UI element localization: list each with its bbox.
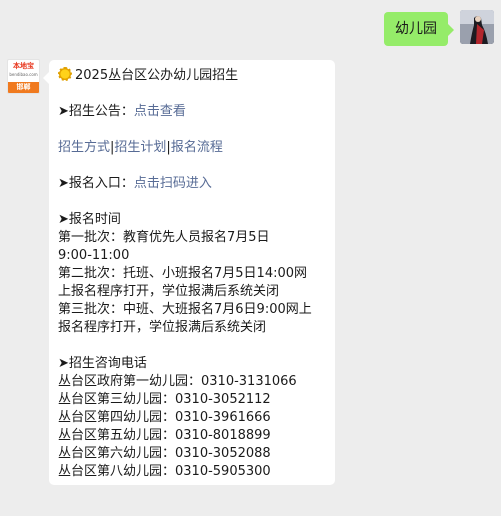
sender-city-label: 邯郸 xyxy=(8,82,39,93)
announcement-line: ➤招生公告：点击查看 xyxy=(58,103,335,121)
links-line: 招生方式|招生计划|报名流程 xyxy=(58,139,335,157)
time-line: 第三批次：中班、大班报名7月6日9:00网上 xyxy=(58,302,312,317)
phone-line: 丛台区第八幼儿园：0310-5905300 xyxy=(58,464,271,479)
outgoing-bubble[interactable]: 幼儿园 xyxy=(384,12,454,46)
phone-line: 丛台区第五幼儿园：0310-8018899 xyxy=(58,428,271,443)
phone-line: 丛台区第三幼儿园：0310-3052112 xyxy=(58,392,271,407)
incoming-bubble: 2025丛台区公办幼儿园招生 ➤招生公告：点击查看 招生方式|招生计划|报名流程… xyxy=(43,60,335,485)
phone-line: 丛台区第四幼儿园：0310-3961666 xyxy=(58,410,271,425)
announcement-link[interactable]: 点击查看 xyxy=(134,104,186,119)
sender-logo-text: 本地宝 xyxy=(13,62,34,70)
user-avatar-image xyxy=(460,10,494,44)
message-title-line: 2025丛台区公办幼儿园招生 xyxy=(58,67,335,85)
user-avatar[interactable] xyxy=(460,10,494,44)
entry-link[interactable]: 点击扫码进入 xyxy=(134,176,212,191)
time-line: 第二批次：托班、小班报名7月5日14:00网 xyxy=(58,266,308,281)
time-line: 上报名程序打开，学位报满后系统关闭 xyxy=(58,284,280,299)
plan-link[interactable]: 招生计划 xyxy=(114,140,166,155)
method-link[interactable]: 招生方式 xyxy=(58,140,110,155)
time-heading: ➤报名时间 xyxy=(58,212,121,227)
sender-avatar[interactable]: 本地宝 bendibao.com 邯郸 xyxy=(7,59,40,94)
outgoing-message: 幼儿园 xyxy=(384,10,494,46)
phone-line: 丛台区政府第一幼儿园：0310-3131066 xyxy=(58,374,297,389)
entry-prefix: ➤报名入口： xyxy=(58,176,134,191)
message-title: 2025丛台区公办幼儿园招生 xyxy=(75,68,239,83)
announcement-prefix: ➤招生公告： xyxy=(58,104,134,119)
time-line: 报名程序打开，学位报满后系统关闭 xyxy=(58,320,267,335)
process-link[interactable]: 报名流程 xyxy=(171,140,223,155)
sender-logo-subtext: bendibao.com xyxy=(9,72,38,77)
entry-line: ➤报名入口：点击扫码进入 xyxy=(58,175,335,193)
outgoing-text: 幼儿园 xyxy=(395,21,437,37)
time-line: 9:00-11:00 xyxy=(58,248,130,263)
phone-line: 丛台区第六幼儿园：0310-3052088 xyxy=(58,446,271,461)
time-line: 第一批次：教育优先人员报名7月5日 xyxy=(58,230,270,245)
phones-heading: ➤招生咨询电话 xyxy=(58,356,147,371)
sun-icon xyxy=(58,67,72,81)
